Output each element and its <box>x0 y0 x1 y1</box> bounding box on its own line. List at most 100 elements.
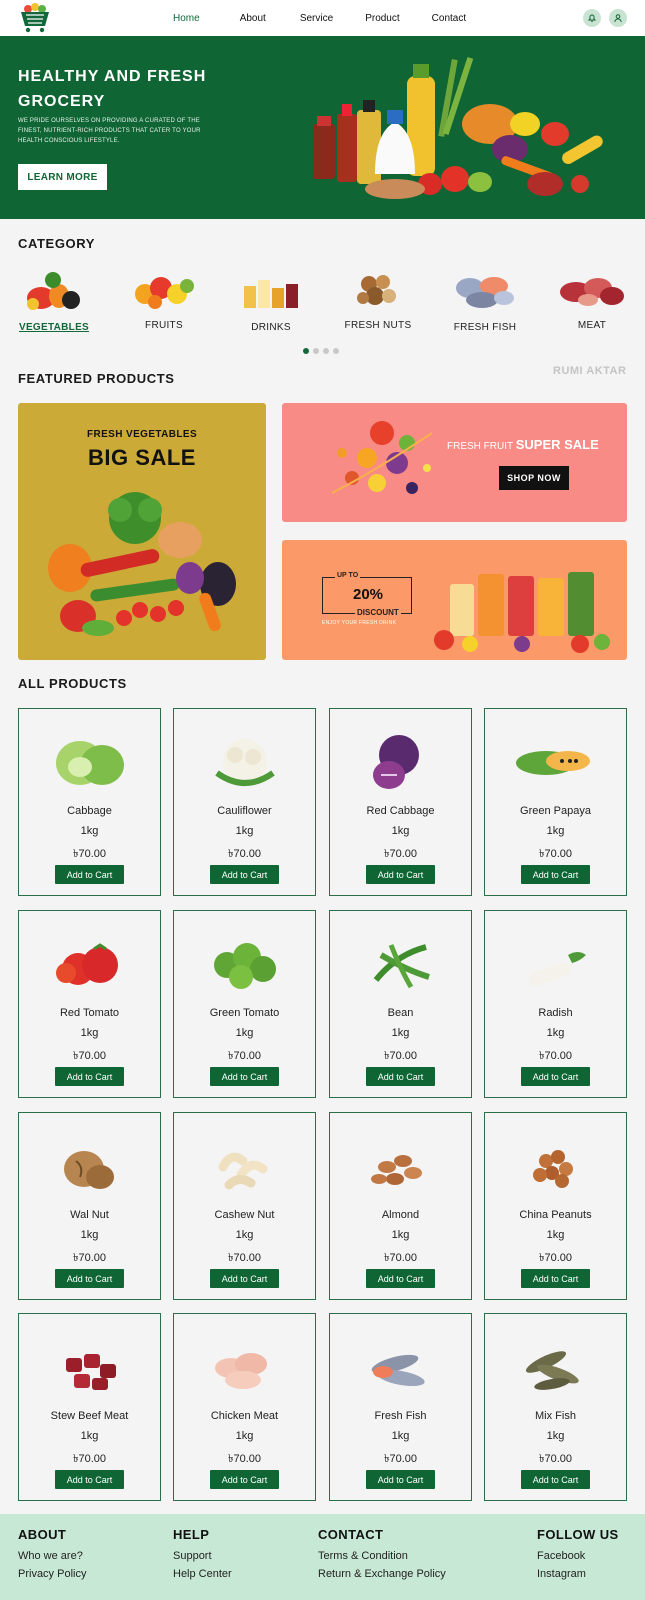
carousel-dot[interactable] <box>323 348 329 354</box>
product-quantity: 1kg <box>235 1430 254 1442</box>
product-card[interactable]: Cashew Nut 1kg ৳70.00 Add to Cart <box>173 1112 316 1300</box>
product-quantity: 1kg <box>391 1430 410 1442</box>
category-meat[interactable]: MEAT <box>552 268 632 331</box>
footer-link-support[interactable]: Support <box>173 1550 232 1562</box>
product-price: ৳70.00 <box>383 848 417 860</box>
nav-product[interactable]: Product <box>365 13 399 24</box>
product-card[interactable]: China Peanuts 1kg ৳70.00 Add to Cart <box>484 1112 627 1300</box>
product-card[interactable]: Radish 1kg ৳70.00 Add to Cart <box>484 910 627 1098</box>
product-price: ৳70.00 <box>72 848 106 860</box>
product-image <box>330 923 471 1003</box>
category-fresh-fish[interactable]: FRESH FISH <box>445 268 525 333</box>
category-vegetables[interactable]: VEGETABLES <box>14 268 94 333</box>
footer-link-facebook[interactable]: Facebook <box>537 1550 619 1562</box>
footer-follow: FOLLOW US Facebook Instagram <box>537 1527 619 1586</box>
add-to-cart-button[interactable]: Add to Cart <box>210 1470 279 1489</box>
footer-link-privacy[interactable]: Privacy Policy <box>18 1568 86 1580</box>
product-name: China Peanuts <box>519 1209 592 1221</box>
footer-contact: CONTACT Terms & Condition Return & Excha… <box>318 1527 446 1586</box>
product-name: Cabbage <box>67 805 112 817</box>
category-label: MEAT <box>577 320 607 331</box>
category-fresh-nuts[interactable]: FRESH NUTS <box>338 268 418 331</box>
add-to-cart-button[interactable]: Add to Cart <box>210 865 279 884</box>
product-card[interactable]: Bean 1kg ৳70.00 Add to Cart <box>329 910 472 1098</box>
product-name: Wal Nut <box>70 1209 109 1221</box>
product-name: Bean <box>387 1007 414 1019</box>
add-to-cart-button[interactable]: Add to Cart <box>55 865 124 884</box>
product-quantity: 1kg <box>546 1430 565 1442</box>
fruit-sale-banner[interactable]: FRESH FRUIT SUPER SALE SHOP NOW <box>282 403 627 522</box>
product-quantity: 1kg <box>235 825 254 837</box>
nuts-icon <box>357 275 396 305</box>
shop-now-button[interactable]: SHOP NOW <box>499 466 569 490</box>
discount-percent: 20% <box>352 586 384 603</box>
nav-contact[interactable]: Contact <box>432 13 466 24</box>
product-card[interactable]: Red Tomato 1kg ৳70.00 Add to Cart <box>18 910 161 1098</box>
add-to-cart-button[interactable]: Add to Cart <box>521 1067 590 1086</box>
product-image <box>174 1326 315 1406</box>
add-to-cart-button[interactable]: Add to Cart <box>366 865 435 884</box>
carousel-dot[interactable] <box>333 348 339 354</box>
footer-help: HELP Support Help Center <box>173 1527 232 1586</box>
add-to-cart-button[interactable]: Add to Cart <box>366 1067 435 1086</box>
footer-link-terms[interactable]: Terms & Condition <box>318 1550 446 1562</box>
product-card[interactable]: Red Cabbage 1kg ৳70.00 Add to Cart <box>329 708 472 896</box>
top-nav: Home About Service Product Contact <box>0 0 645 36</box>
product-image <box>485 923 626 1003</box>
featured-title: FEATURED PRODUCTS <box>18 371 175 386</box>
add-to-cart-button[interactable]: Add to Cart <box>366 1470 435 1489</box>
footer-link-return-policy[interactable]: Return & Exchange Policy <box>318 1568 446 1580</box>
add-to-cart-button[interactable]: Add to Cart <box>55 1470 124 1489</box>
hero-title-line2: GROCERY <box>18 93 106 110</box>
fruit-banner-lite: FRESH FRUIT <box>447 441 516 452</box>
add-to-cart-button[interactable]: Add to Cart <box>521 1470 590 1489</box>
add-to-cart-button[interactable]: Add to Cart <box>210 1269 279 1288</box>
product-price: ৳70.00 <box>72 1453 106 1465</box>
product-card[interactable]: Cabbage 1kg ৳70.00 Add to Cart <box>18 708 161 896</box>
carousel-dot[interactable] <box>303 348 309 354</box>
product-card[interactable]: Stew Beef Meat 1kg ৳70.00 Add to Cart <box>18 1313 161 1501</box>
product-card[interactable]: Green Tomato 1kg ৳70.00 Add to Cart <box>173 910 316 1098</box>
category-fruits[interactable]: FRUITS <box>124 268 204 331</box>
add-to-cart-button[interactable]: Add to Cart <box>521 865 590 884</box>
product-card[interactable]: Green Papaya 1kg ৳70.00 Add to Cart <box>484 708 627 896</box>
product-name: Mix Fish <box>535 1410 576 1422</box>
product-price: ৳70.00 <box>227 1252 261 1264</box>
vegetables-illustration <box>48 492 236 636</box>
product-card[interactable]: Mix Fish 1kg ৳70.00 Add to Cart <box>484 1313 627 1501</box>
product-card[interactable]: Cauliflower 1kg ৳70.00 Add to Cart <box>173 708 316 896</box>
footer-link-instagram[interactable]: Instagram <box>537 1568 619 1580</box>
bell-icon[interactable] <box>583 9 601 27</box>
product-image <box>174 1125 315 1205</box>
footer-link-who-we-are[interactable]: Who we are? <box>18 1550 86 1562</box>
product-card[interactable]: Fresh Fish 1kg ৳70.00 Add to Cart <box>329 1313 472 1501</box>
user-icon[interactable] <box>609 9 627 27</box>
category-label: DRINKS <box>251 322 291 333</box>
carousel-dot[interactable] <box>313 348 319 354</box>
add-to-cart-button[interactable]: Add to Cart <box>521 1269 590 1288</box>
product-card[interactable]: Chicken Meat 1kg ৳70.00 Add to Cart <box>173 1313 316 1501</box>
product-image <box>19 1125 160 1205</box>
add-to-cart-button[interactable]: Add to Cart <box>55 1269 124 1288</box>
add-to-cart-button[interactable]: Add to Cart <box>366 1269 435 1288</box>
vegetables-sale-banner[interactable]: FRESH VEGETABLES BIG SALE <box>18 403 266 660</box>
nav-home[interactable]: Home <box>173 13 200 24</box>
drink-discount-banner[interactable]: UP TO 20% DISCOUNT ENJOY YOUR FRESH DRIN… <box>282 540 627 660</box>
nav-service[interactable]: Service <box>300 13 333 24</box>
category-drinks[interactable]: DRINKS <box>231 268 311 333</box>
basket-logo-icon[interactable] <box>18 3 52 33</box>
footer-link-help-center[interactable]: Help Center <box>173 1568 232 1580</box>
category-label: VEGETABLES <box>18 322 90 333</box>
product-card[interactable]: Wal Nut 1kg ৳70.00 Add to Cart <box>18 1112 161 1300</box>
product-name: Green Tomato <box>209 1007 280 1019</box>
add-to-cart-button[interactable]: Add to Cart <box>55 1067 124 1086</box>
product-quantity: 1kg <box>235 1027 254 1039</box>
product-name: Almond <box>381 1209 420 1221</box>
fruit-splash-illustration <box>331 421 433 494</box>
carousel-dots <box>303 348 339 354</box>
product-card[interactable]: Almond 1kg ৳70.00 Add to Cart <box>329 1112 472 1300</box>
add-to-cart-button[interactable]: Add to Cart <box>210 1067 279 1086</box>
learn-more-button[interactable]: LEARN MORE <box>18 164 107 190</box>
meat-icon <box>560 278 624 306</box>
nav-about[interactable]: About <box>240 13 266 24</box>
